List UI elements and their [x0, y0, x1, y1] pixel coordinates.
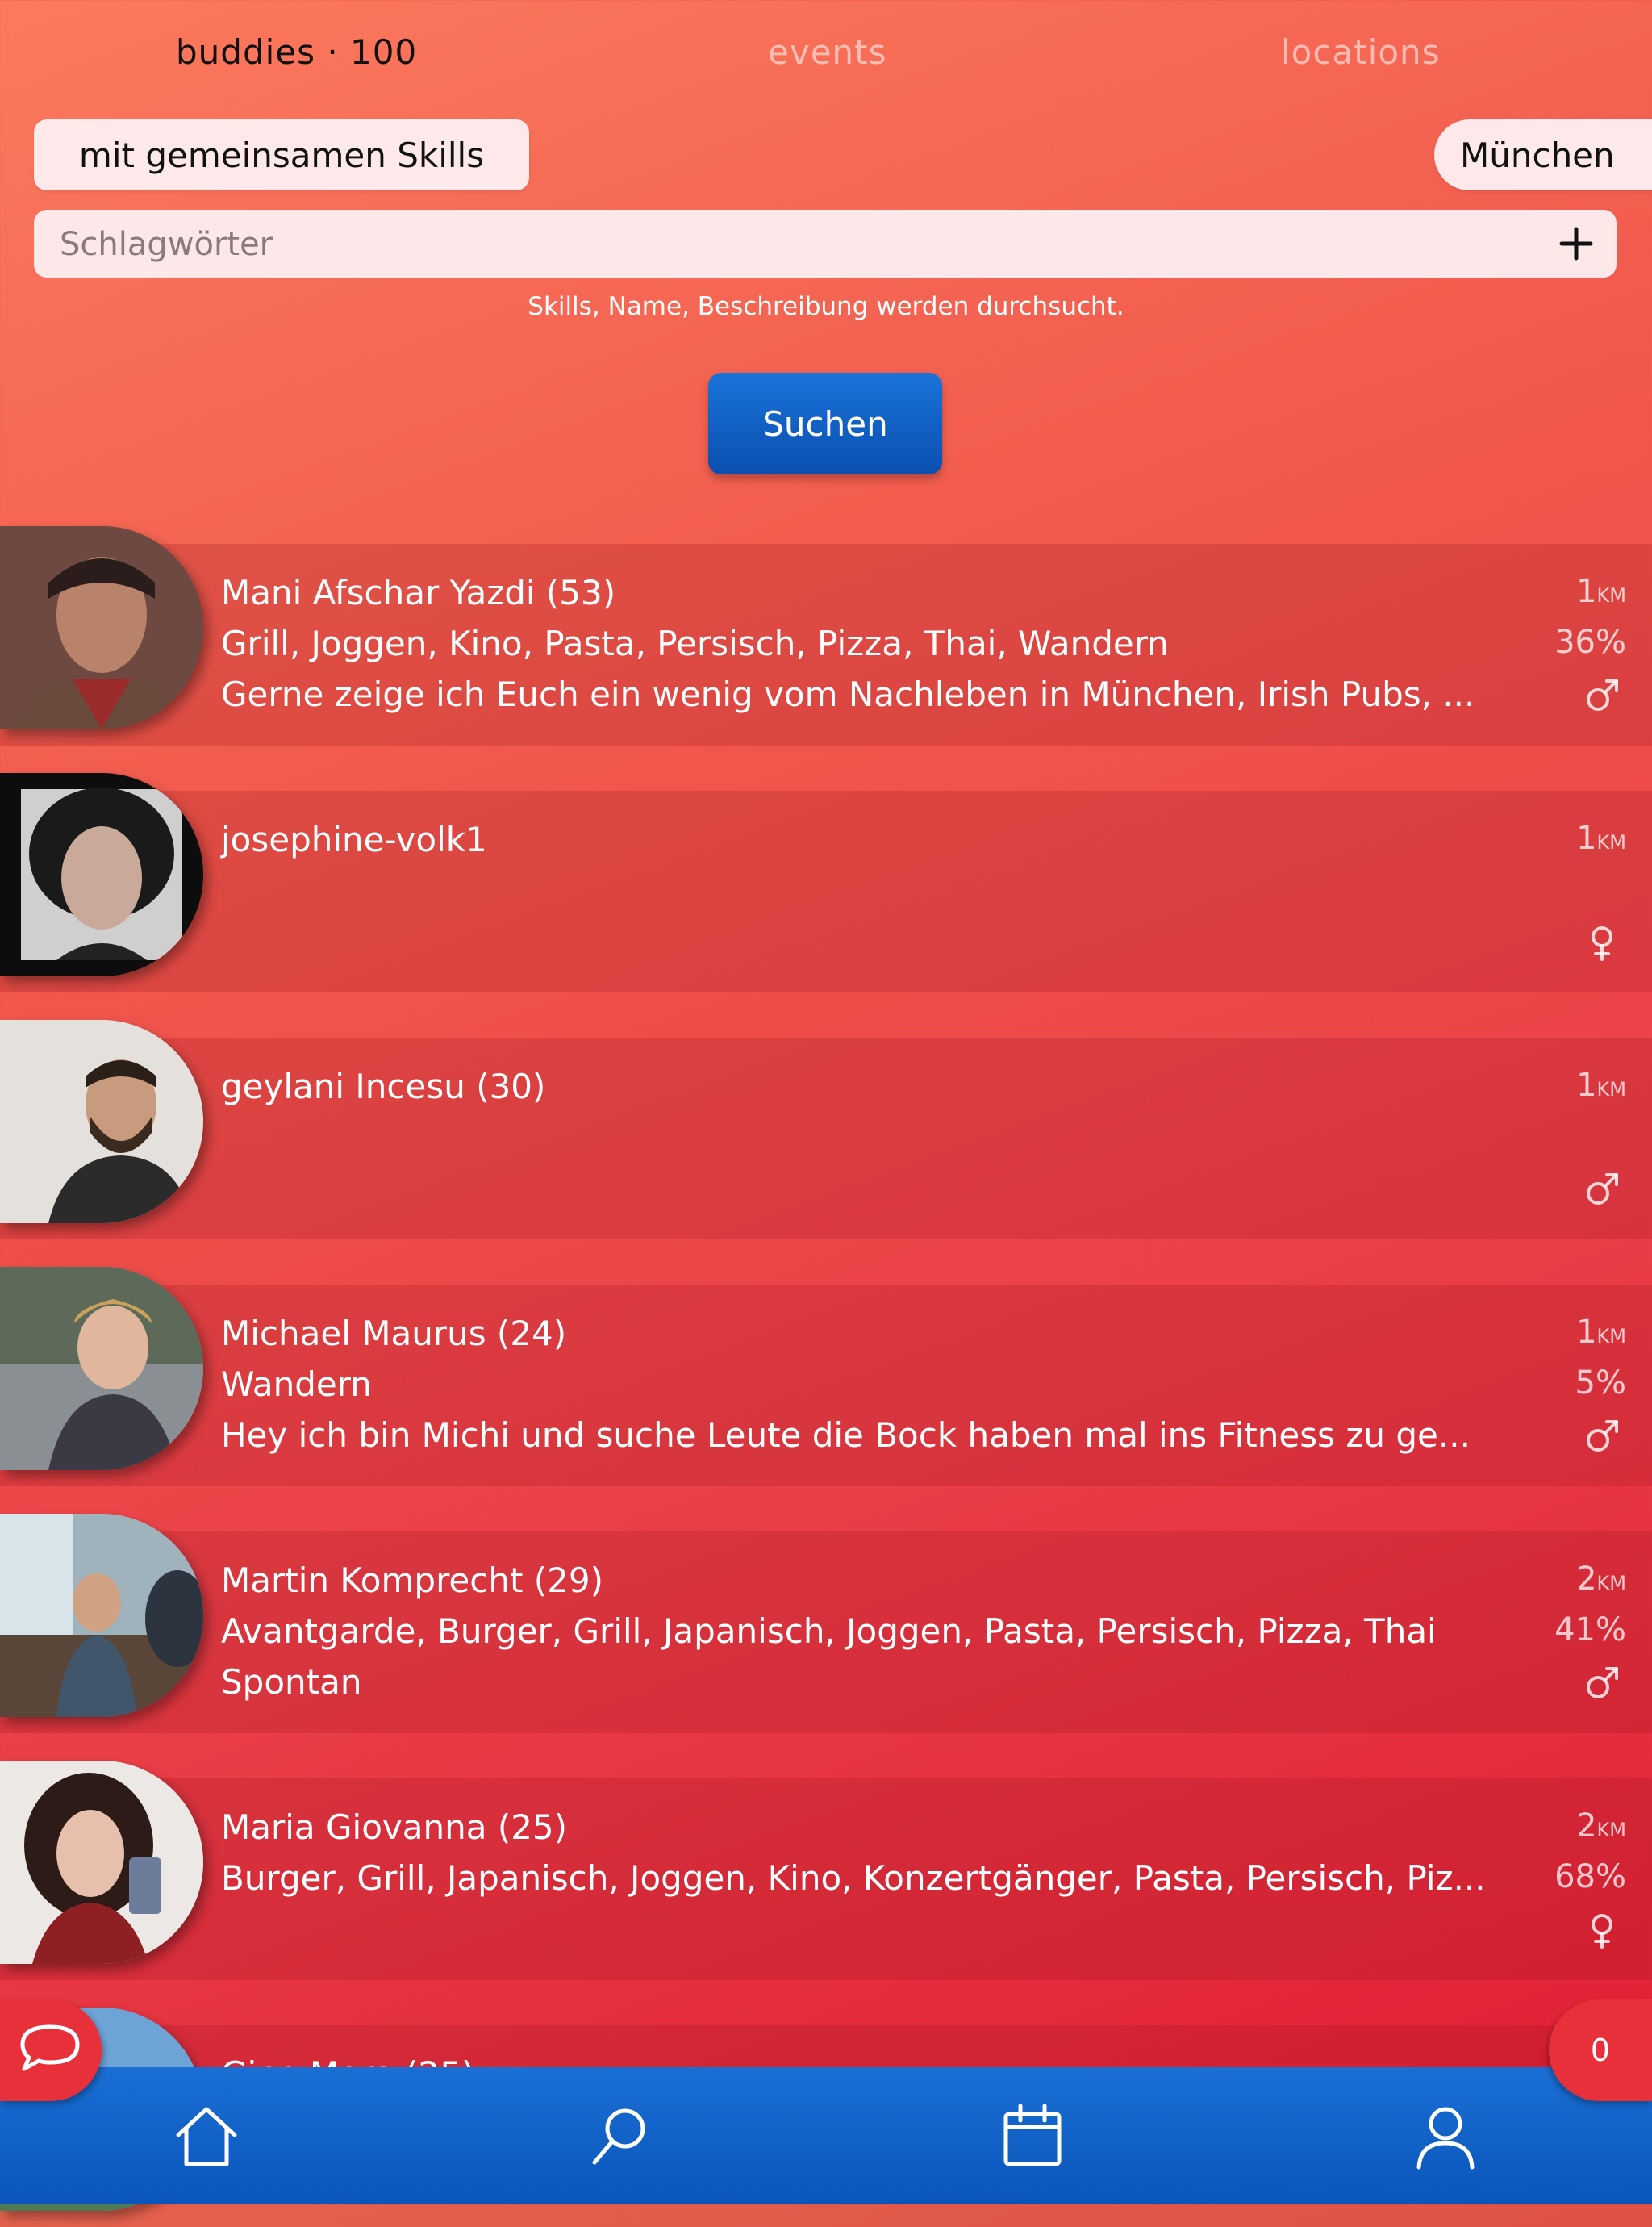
city-filter-button[interactable]: München: [1434, 119, 1652, 190]
buddy-name: Michael Maurus (24): [221, 1314, 567, 1353]
avatar[interactable]: [0, 1020, 203, 1223]
male-symbol-icon: [1587, 1667, 1618, 1698]
buddy-row[interactable]: Maria Giovanna (25) Burger, Grill, Japan…: [0, 1761, 1652, 1980]
buddy-distance: 1KM: [1576, 1067, 1626, 1104]
buddy-name: Martin Komprecht (29): [221, 1561, 603, 1600]
buddy-skills: Wandern: [221, 1364, 372, 1404]
buddy-row[interactable]: Martin Komprecht (29) Avantgarde, Burger…: [0, 1514, 1652, 1733]
search-hint: Skills, Name, Beschreibung werden durchs…: [528, 292, 1124, 321]
buddy-distance: 2KM: [1576, 1561, 1626, 1598]
user-icon: [1416, 2107, 1475, 2170]
buddy-distance: 1KM: [1576, 820, 1626, 857]
buddy-row[interactable]: josephine-volk1 1KM: [0, 773, 1652, 992]
male-symbol-icon: [1587, 1420, 1618, 1452]
female-symbol-icon: [1592, 926, 1612, 961]
buddy-distance: 1KM: [1576, 573, 1626, 610]
tab-buddies[interactable]: buddies · 100: [176, 32, 417, 72]
nav-search[interactable]: [413, 2067, 826, 2204]
buddy-row[interactable]: Mani Afschar Yazdi (53) Grill, Joggen, K…: [0, 526, 1652, 746]
home-icon: [176, 2107, 237, 2166]
buddy-match-percent: 41%: [1554, 1611, 1626, 1648]
buddy-skills: Avantgarde, Burger, Grill, Japanisch, Jo…: [221, 1611, 1437, 1651]
buddy-distance: 2KM: [1576, 1807, 1626, 1845]
nav-calendar[interactable]: [826, 2067, 1239, 2204]
buddy-match-percent: 68%: [1554, 1858, 1626, 1895]
buddy-name: josephine-volk1: [221, 820, 487, 859]
avatar[interactable]: [0, 773, 203, 976]
top-tabs: buddies · 100 events locations: [0, 0, 1652, 113]
buddy-name: geylani Incesu (30): [221, 1067, 546, 1106]
search-icon: [592, 2108, 645, 2165]
buddy-row[interactable]: Michael Maurus (24) Wandern Hey ich bin …: [0, 1267, 1652, 1486]
buddy-description: Gerne zeige ich Euch ein wenig vom Nachl…: [221, 675, 1475, 714]
skills-filter-button[interactable]: mit gemeinsamen Skills: [34, 119, 529, 190]
buddy-match-percent: 5%: [1575, 1364, 1626, 1402]
tab-events[interactable]: events: [768, 32, 887, 72]
unread-count-badge[interactable]: 0: [1549, 1999, 1652, 2101]
male-symbol-icon: [1587, 679, 1618, 711]
plus-icon[interactable]: [1554, 221, 1599, 266]
buddy-distance: 1KM: [1576, 1314, 1626, 1351]
bottom-navigation: [0, 2067, 1652, 2204]
search-field: [34, 210, 1617, 279]
buddy-name: Mani Afschar Yazdi (53): [221, 573, 616, 612]
buddy-description: Hey ich bin Michi und suche Leute die Bo…: [221, 1415, 1471, 1455]
buddy-row[interactable]: geylani Incesu (30) 1KM: [0, 1020, 1652, 1239]
speech-bubble-icon: [20, 2024, 80, 2071]
female-symbol-icon: [1592, 1914, 1612, 1949]
buddy-skills: Grill, Joggen, Kino, Pasta, Persisch, Pi…: [221, 624, 1169, 663]
avatar[interactable]: [0, 1761, 203, 1964]
buddy-skills: Burger, Grill, Japanisch, Joggen, Kino, …: [221, 1858, 1486, 1898]
buddy-description: Spontan: [221, 1662, 362, 1702]
tab-locations[interactable]: locations: [1281, 32, 1441, 72]
search-button[interactable]: Suchen: [708, 373, 942, 474]
keyword-input[interactable]: [58, 210, 1529, 279]
calendar-icon: [1003, 2104, 1062, 2166]
buddy-match-percent: 36%: [1554, 624, 1626, 661]
avatar[interactable]: [0, 1514, 203, 1717]
avatar[interactable]: [0, 1267, 203, 1470]
male-symbol-icon: [1587, 1173, 1618, 1205]
chat-button[interactable]: [0, 1999, 102, 2101]
buddy-name: Maria Giovanna (25): [221, 1807, 568, 1847]
avatar[interactable]: [0, 526, 203, 729]
